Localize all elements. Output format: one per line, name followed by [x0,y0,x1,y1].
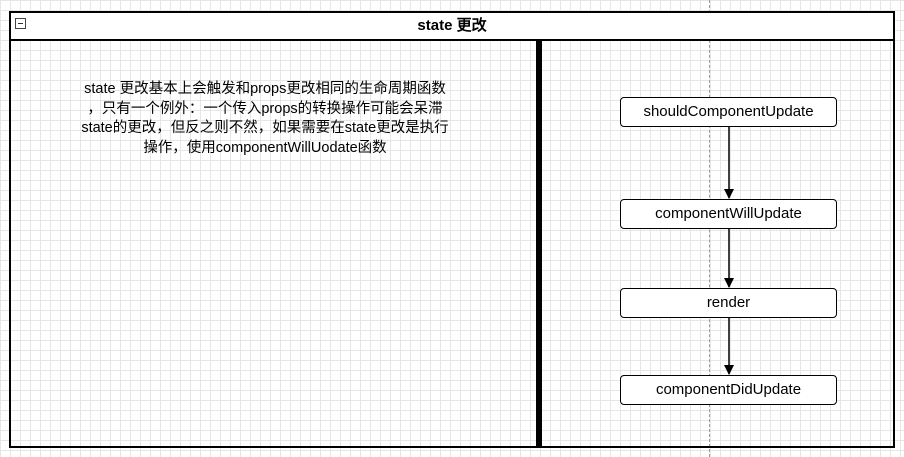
description-text[interactable]: state 更改基本上会触发和props更改相同的生命周期函数 ，只有一个例外：… [30,80,500,158]
node-component-did-update[interactable]: componentDidUpdate [620,375,837,405]
divider-line[interactable] [536,41,542,446]
node-should-component-update[interactable]: shouldComponentUpdate [620,97,837,127]
node-render[interactable]: render [620,288,837,318]
node-component-will-update[interactable]: componentWillUpdate [620,199,837,229]
swimlane-title-bar[interactable]: state 更改 [11,13,893,41]
swimlane-title: state 更改 [417,17,487,34]
